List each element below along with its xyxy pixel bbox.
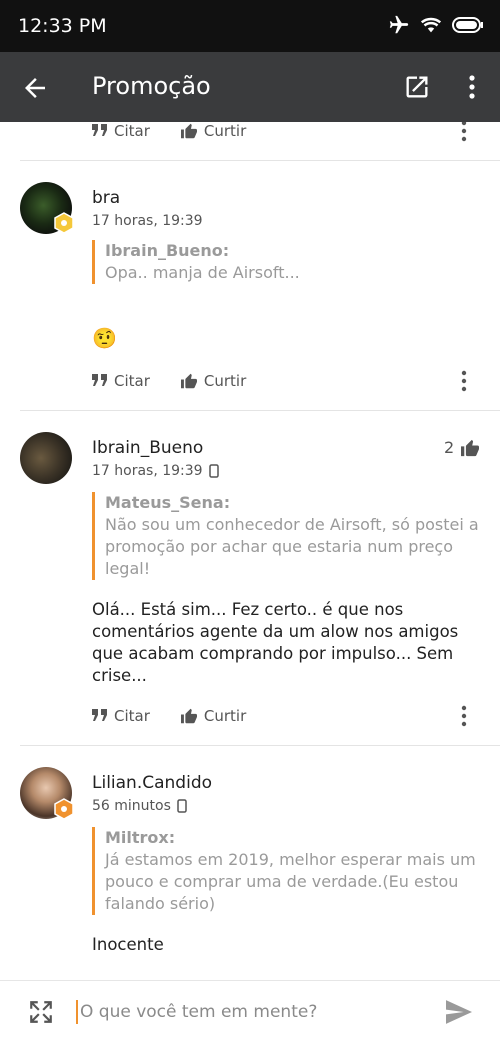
airplane-icon (389, 15, 409, 34)
quoted-comment: Mateus_Sena: Não sou um conhecedor de Ai… (92, 492, 495, 580)
wifi-icon (420, 17, 442, 33)
comment-emoji: 🤨 (92, 326, 117, 350)
comment-menu-icon[interactable] (458, 704, 470, 728)
battery-icon (452, 17, 483, 33)
comment-time: 17 horas, 19:39 (92, 463, 219, 479)
comment-actions: Citar Curtir (92, 122, 276, 143)
quote-author: Mateus_Sena: (105, 493, 231, 512)
send-icon[interactable] (444, 999, 474, 1025)
quote-button[interactable]: Citar (92, 372, 150, 390)
level-badge-icon (54, 212, 74, 234)
quoted-comment: Ibrain_Bueno: Opa.. manja de Airsoft... (92, 240, 495, 284)
comment-actions: Citar Curtir (92, 704, 276, 728)
avatar[interactable] (20, 432, 72, 484)
quote-label: Citar (114, 707, 150, 725)
status-icons (388, 14, 484, 36)
comments-list[interactable]: Citar Curtir bra 17 horas, 19:39 Ibrain_… (0, 122, 500, 980)
comment-composer (0, 980, 500, 1042)
comment-menu-icon[interactable] (458, 122, 470, 143)
quote-text: Não sou um conhecedor de Airsoft, só pos… (105, 515, 479, 578)
back-arrow-icon[interactable] (20, 73, 50, 103)
like-button[interactable]: Curtir (180, 707, 246, 725)
comment-time-text: 17 horas, 19:39 (92, 213, 203, 229)
divider (20, 410, 500, 411)
comment-author[interactable]: bra (92, 188, 120, 208)
comment-body: Olá... Está sim... Fez certo.. é que nos… (92, 600, 459, 685)
quote-author: Miltrox: (105, 828, 176, 847)
like-button[interactable]: Curtir (180, 122, 246, 140)
quote-author: Ibrain_Bueno: (105, 241, 230, 260)
like-button[interactable]: Curtir (180, 372, 246, 390)
comment-actions: Citar Curtir (92, 369, 276, 393)
comment-body: Inocente (92, 935, 164, 954)
comment-time: 56 minutos (92, 798, 187, 814)
mobile-device-icon (177, 799, 187, 813)
status-time: 12:33 PM (18, 15, 107, 37)
status-bar: 12:33 PM (0, 0, 500, 52)
divider (20, 745, 500, 746)
comment-time: 17 horas, 19:39 (92, 213, 203, 229)
like-label: Curtir (203, 707, 247, 725)
comment-input[interactable] (80, 997, 410, 1027)
comment-author[interactable]: Lilian.Candido (92, 773, 212, 793)
divider (20, 160, 500, 161)
like-count[interactable]: 2 (444, 438, 480, 457)
quote-button[interactable]: Citar (92, 707, 150, 725)
more-options-icon[interactable] (462, 73, 482, 101)
page-title: Promoção (92, 72, 211, 100)
quote-label: Citar (114, 372, 150, 390)
thumbs-up-icon (180, 373, 197, 389)
thumbs-up-icon (461, 439, 480, 456)
like-label: Curtir (203, 122, 247, 140)
quote-icon (92, 709, 107, 721)
level-badge-icon (54, 798, 74, 820)
mobile-device-icon (208, 464, 219, 478)
quote-button[interactable]: Citar (92, 122, 150, 140)
quoted-comment: Miltrox: Já estamos em 2019, melhor espe… (92, 827, 495, 915)
expand-icon[interactable] (28, 999, 54, 1025)
app-bar: Promoção (0, 52, 500, 122)
comment-time-text: 56 minutos (92, 798, 171, 814)
quote-text: Já estamos em 2019, melhor esperar mais … (105, 850, 476, 913)
text-cursor (76, 1000, 78, 1024)
quote-icon (92, 124, 107, 136)
thumbs-up-icon (180, 123, 197, 139)
comment-author[interactable]: Ibrain_Bueno (92, 438, 203, 458)
quote-label: Citar (114, 122, 150, 140)
like-label: Curtir (203, 372, 247, 390)
like-count-value: 2 (444, 438, 455, 457)
quote-icon (92, 374, 107, 386)
comment-menu-icon[interactable] (458, 369, 470, 393)
open-external-icon[interactable] (403, 73, 431, 101)
thumbs-up-icon (180, 708, 197, 724)
comment-time-text: 17 horas, 19:39 (92, 463, 203, 479)
quote-text: Opa.. manja de Airsoft... (105, 263, 300, 282)
